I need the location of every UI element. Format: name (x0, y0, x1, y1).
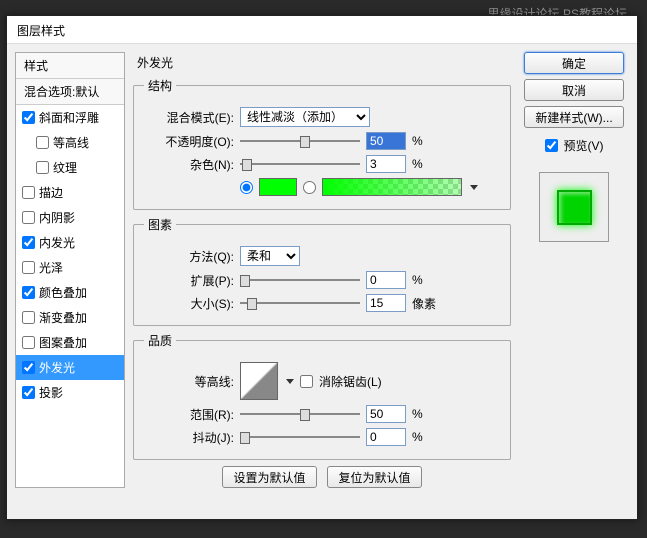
style-item-label: 等高线 (53, 134, 89, 151)
solid-color-radio[interactable] (240, 181, 253, 194)
range-label: 范围(R): (144, 406, 234, 423)
style-item-label: 斜面和浮雕 (39, 109, 99, 126)
gradient-dropdown-icon[interactable] (470, 185, 478, 190)
blend-mode-select[interactable]: 线性减淡（添加） (240, 107, 370, 127)
size-slider[interactable] (240, 294, 360, 312)
range-input[interactable] (366, 405, 406, 423)
style-item[interactable]: 内发光 (16, 230, 124, 255)
spread-slider[interactable] (240, 271, 360, 289)
preview-label: 预览(V) (564, 137, 604, 154)
noise-slider[interactable] (240, 155, 360, 173)
spread-input[interactable] (366, 271, 406, 289)
cancel-button[interactable]: 取消 (524, 79, 624, 101)
structure-group: 结构 混合模式(E): 线性减淡（添加） 不透明度(O): % 杂色(N): % (133, 77, 511, 210)
style-item-label: 内发光 (39, 234, 75, 251)
style-item[interactable]: 斜面和浮雕 (16, 105, 124, 130)
style-item-checkbox[interactable] (22, 186, 35, 199)
style-item-checkbox[interactable] (22, 211, 35, 224)
style-item[interactable]: 渐变叠加 (16, 305, 124, 330)
style-item-label: 颜色叠加 (39, 284, 87, 301)
layer-style-dialog: 图层样式 样式 混合选项:默认 斜面和浮雕等高线纹理描边内阴影内发光光泽颜色叠加… (6, 15, 638, 520)
style-item-label: 纹理 (53, 159, 77, 176)
opacity-slider[interactable] (240, 132, 360, 150)
style-item-label: 图案叠加 (39, 334, 87, 351)
style-item[interactable]: 纹理 (16, 155, 124, 180)
style-item[interactable]: 描边 (16, 180, 124, 205)
opacity-input[interactable] (366, 132, 406, 150)
contour-picker[interactable] (240, 362, 278, 400)
preview-box (539, 172, 609, 242)
technique-select[interactable]: 柔和 (240, 246, 300, 266)
opacity-unit: % (412, 134, 423, 148)
elements-group: 图素 方法(Q): 柔和 扩展(P): % 大小(S): 像素 (133, 216, 511, 326)
style-item-checkbox[interactable] (36, 136, 49, 149)
range-unit: % (412, 407, 423, 421)
styles-list-panel: 样式 混合选项:默认 斜面和浮雕等高线纹理描边内阴影内发光光泽颜色叠加渐变叠加图… (15, 52, 125, 488)
style-item-checkbox[interactable] (22, 111, 35, 124)
panel-title: 外发光 (133, 52, 511, 77)
antialias-label: 消除锯齿(L) (319, 373, 382, 390)
blending-options-item[interactable]: 混合选项:默认 (16, 79, 124, 105)
noise-label: 杂色(N): (144, 156, 234, 173)
antialias-checkbox[interactable] (300, 375, 313, 388)
gradient-radio[interactable] (303, 181, 316, 194)
noise-unit: % (412, 157, 423, 171)
reset-default-button[interactable]: 复位为默认值 (327, 466, 422, 488)
style-item-checkbox[interactable] (22, 311, 35, 324)
style-item-label: 光泽 (39, 259, 63, 276)
ok-button[interactable]: 确定 (524, 52, 624, 74)
style-item-label: 投影 (39, 384, 63, 401)
spread-label: 扩展(P): (144, 272, 234, 289)
spread-unit: % (412, 273, 423, 287)
style-item[interactable]: 光泽 (16, 255, 124, 280)
style-item-checkbox[interactable] (22, 286, 35, 299)
elements-legend: 图素 (144, 216, 176, 233)
structure-legend: 结构 (144, 77, 176, 94)
style-item[interactable]: 内阴影 (16, 205, 124, 230)
contour-label: 等高线: (144, 373, 234, 390)
preview-swatch (557, 190, 592, 225)
settings-panel: 外发光 结构 混合模式(E): 线性减淡（添加） 不透明度(O): % 杂色(N… (133, 52, 511, 488)
actions-panel: 确定 取消 新建样式(W)... 预览(V) (519, 52, 629, 488)
style-item-checkbox[interactable] (22, 361, 35, 374)
noise-input[interactable] (366, 155, 406, 173)
preview-checkbox[interactable] (545, 139, 558, 152)
dialog-titlebar[interactable]: 图层样式 (7, 16, 637, 44)
quality-legend: 品质 (144, 332, 176, 349)
style-item-label: 渐变叠加 (39, 309, 87, 326)
styles-header[interactable]: 样式 (16, 53, 124, 79)
blend-mode-label: 混合模式(E): (144, 109, 234, 126)
jitter-slider[interactable] (240, 428, 360, 446)
style-item-checkbox[interactable] (22, 261, 35, 274)
jitter-input[interactable] (366, 428, 406, 446)
style-item-checkbox[interactable] (22, 336, 35, 349)
style-item[interactable]: 图案叠加 (16, 330, 124, 355)
style-item[interactable]: 投影 (16, 380, 124, 405)
solid-color-swatch[interactable] (259, 178, 297, 196)
opacity-label: 不透明度(O): (144, 133, 234, 150)
style-item[interactable]: 等高线 (16, 130, 124, 155)
jitter-label: 抖动(J): (144, 429, 234, 446)
quality-group: 品质 等高线: 消除锯齿(L) 范围(R): % 抖动(J): (133, 332, 511, 460)
style-item-checkbox[interactable] (22, 386, 35, 399)
new-style-button[interactable]: 新建样式(W)... (524, 106, 624, 128)
technique-label: 方法(Q): (144, 248, 234, 265)
make-default-button[interactable]: 设置为默认值 (222, 466, 317, 488)
dialog-title: 图层样式 (17, 24, 65, 38)
contour-dropdown-icon[interactable] (286, 379, 294, 384)
jitter-unit: % (412, 430, 423, 444)
size-unit: 像素 (412, 295, 436, 312)
gradient-swatch[interactable] (322, 178, 462, 196)
size-label: 大小(S): (144, 295, 234, 312)
style-item-label: 内阴影 (39, 209, 75, 226)
style-item-checkbox[interactable] (22, 236, 35, 249)
style-item-checkbox[interactable] (36, 161, 49, 174)
size-input[interactable] (366, 294, 406, 312)
style-item-label: 描边 (39, 184, 63, 201)
style-item-label: 外发光 (39, 359, 75, 376)
style-item[interactable]: 颜色叠加 (16, 280, 124, 305)
range-slider[interactable] (240, 405, 360, 423)
style-item[interactable]: 外发光 (16, 355, 124, 380)
